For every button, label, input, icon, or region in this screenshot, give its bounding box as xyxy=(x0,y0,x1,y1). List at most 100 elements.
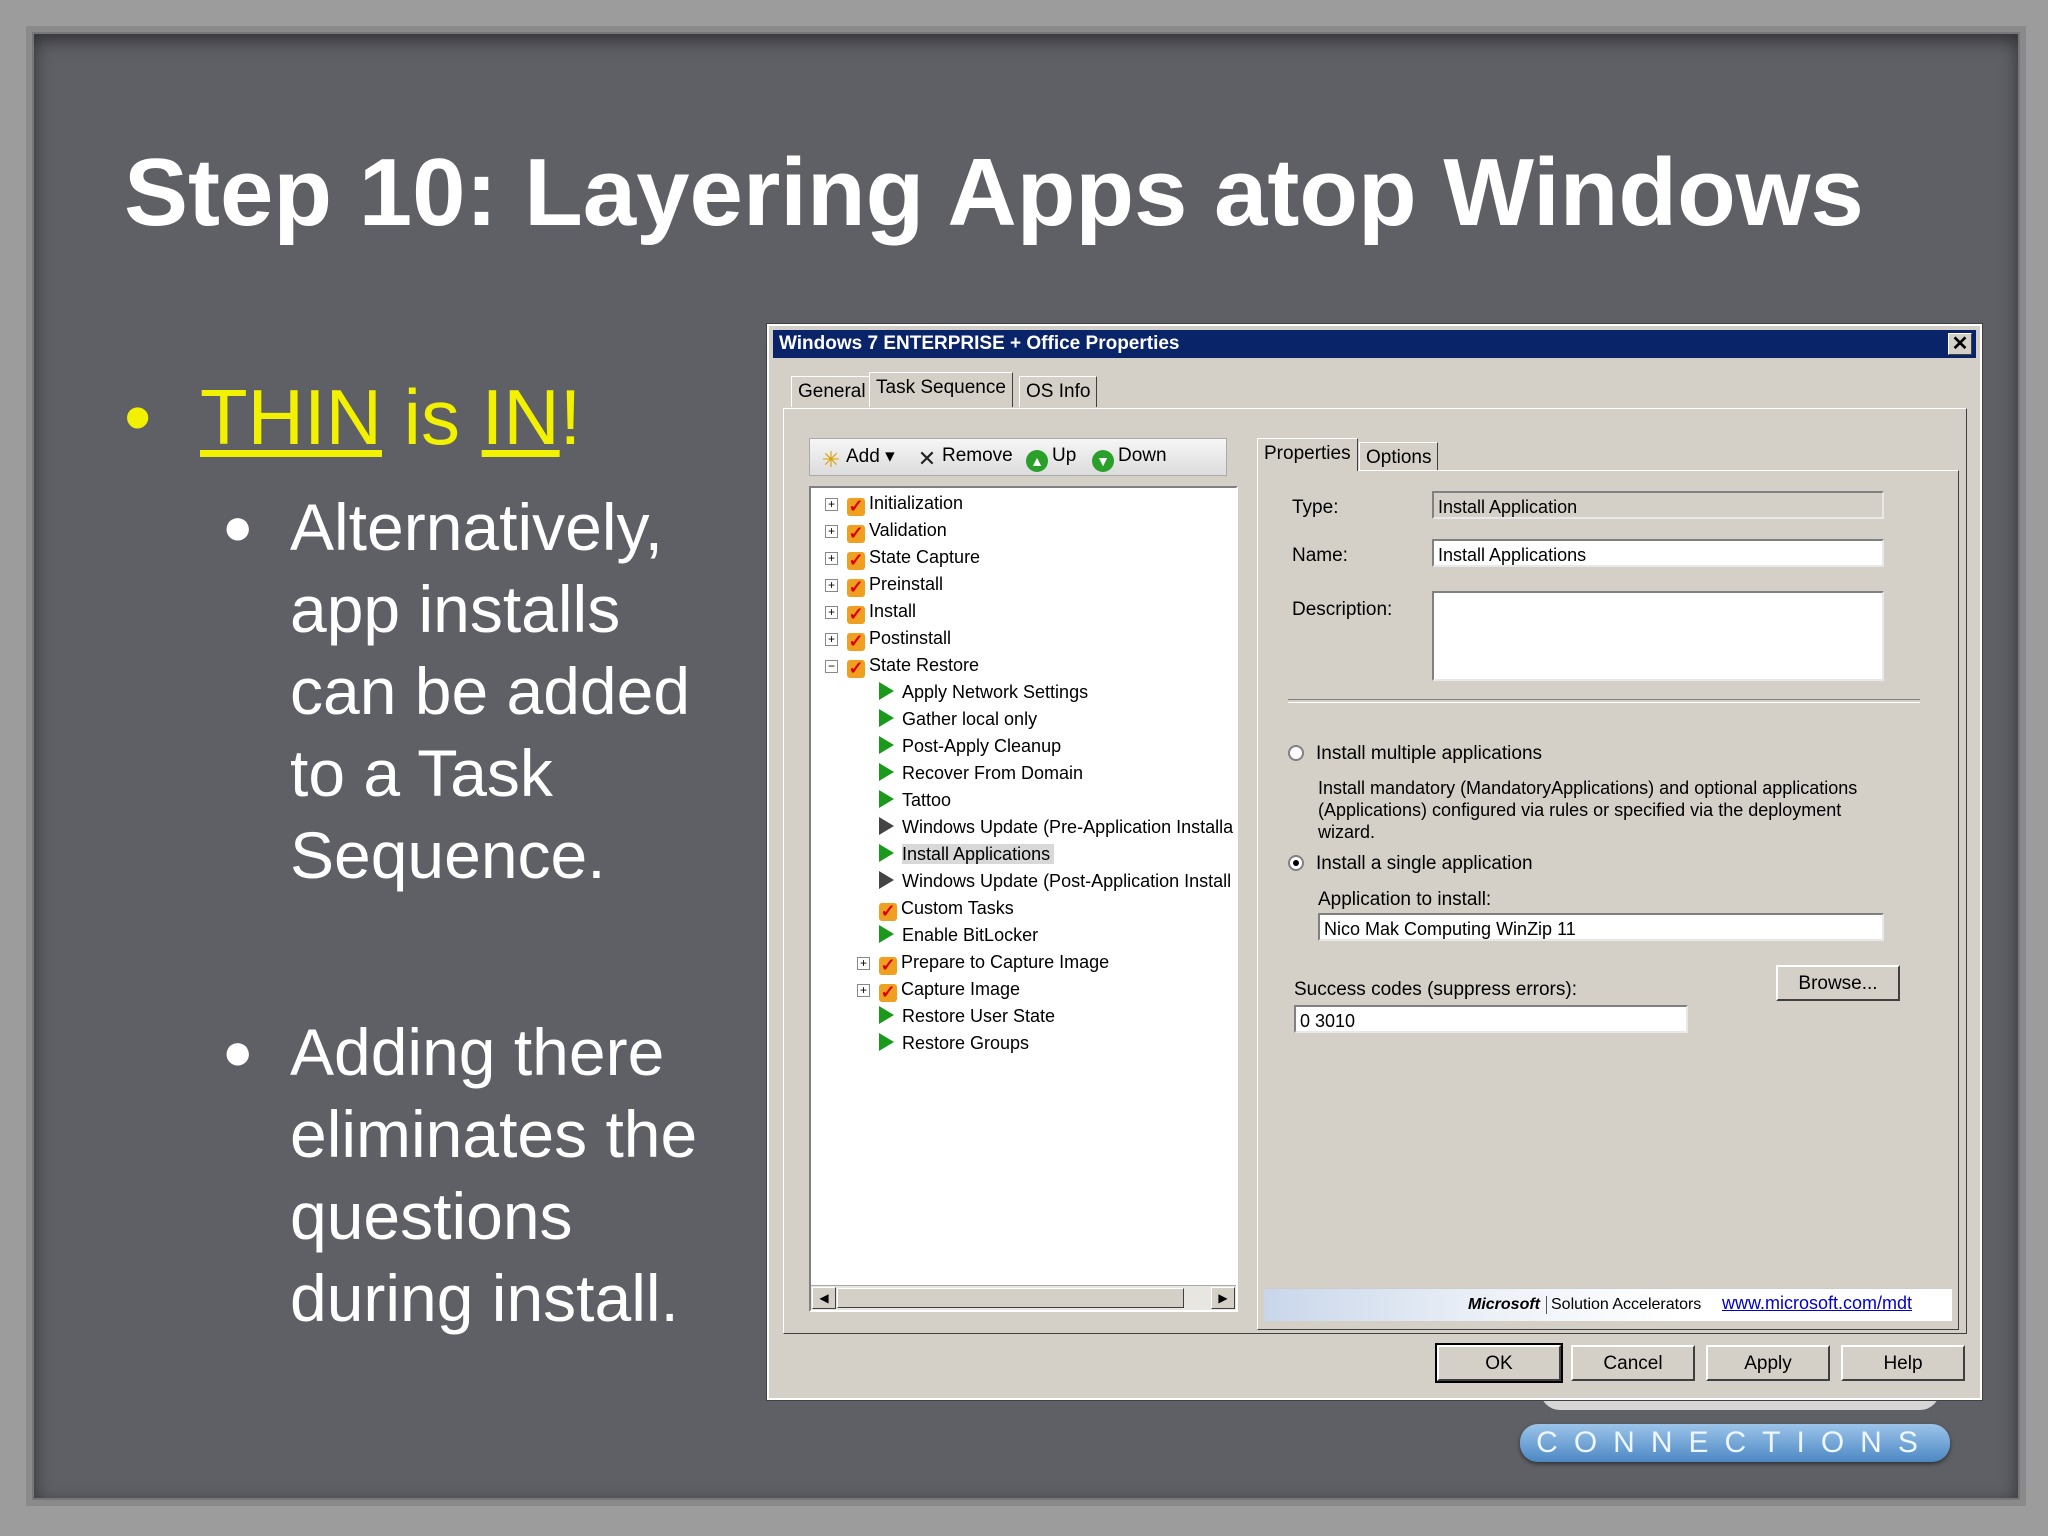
tree-item-label: Prepare to Capture Image xyxy=(901,952,1110,972)
tree-item-enable-bitlocker[interactable]: Enable BitLocker xyxy=(879,923,1038,947)
scroll-thumb[interactable] xyxy=(837,1288,1184,1308)
tree-item-install[interactable]: ✓ Install xyxy=(847,599,917,624)
tree-item-initialization[interactable]: ✓ Initialization xyxy=(847,491,964,516)
play-icon xyxy=(879,844,894,862)
tree-item-label: Initialization xyxy=(869,493,964,513)
tree-item-install-applications[interactable]: Install Applications xyxy=(879,842,1055,866)
tab-os-info[interactable]: OS Info xyxy=(1019,376,1098,407)
type-field: Install Application xyxy=(1432,491,1884,519)
checkmark-icon: ✓ xyxy=(847,631,865,651)
sub-bullet-dot: ● xyxy=(222,498,254,556)
tab-properties[interactable]: Properties xyxy=(1257,438,1358,471)
checkmark-icon: ✓ xyxy=(847,496,865,516)
tree-item-postinstall[interactable]: ✓ Postinstall xyxy=(847,626,952,651)
tree-item-state-capture[interactable]: ✓ State Capture xyxy=(847,545,980,570)
collapse-icon[interactable]: − xyxy=(825,660,838,673)
add-icon: ✳ xyxy=(821,447,841,472)
up-label: Up xyxy=(1052,445,1077,466)
checkmark-icon: ✓ xyxy=(879,901,897,921)
tree-item-restore-user-state[interactable]: Restore User State xyxy=(879,1004,1055,1028)
tree-item-label: Windows Update (Post-Application Install xyxy=(902,871,1232,891)
checkmark-icon: ✓ xyxy=(847,658,865,678)
tree-item-label: Preinstall xyxy=(869,574,944,594)
tree-item-apply-network-settings[interactable]: Apply Network Settings xyxy=(879,680,1088,704)
tree-item-post-apply-cleanup[interactable]: Post-Apply Cleanup xyxy=(879,734,1061,758)
install-multiple-label[interactable]: Install multiple applications xyxy=(1316,743,1542,765)
ok-button[interactable]: OK xyxy=(1435,1343,1563,1383)
install-multiple-radio[interactable] xyxy=(1288,745,1304,761)
expand-icon[interactable]: + xyxy=(825,525,838,538)
down-button[interactable]: ▼ Down xyxy=(1092,445,1167,472)
tree-item-prepare-to-capture-image[interactable]: ✓ Prepare to Capture Image xyxy=(879,950,1110,975)
up-button[interactable]: ▲ Up xyxy=(1026,445,1076,472)
install-single-label[interactable]: Install a single application xyxy=(1316,853,1533,875)
scroll-left-icon[interactable]: ◀ xyxy=(812,1287,836,1309)
tree-item-label: Postinstall xyxy=(869,628,952,648)
cancel-button[interactable]: Cancel xyxy=(1571,1345,1695,1381)
bullet-word-in: IN xyxy=(481,373,560,461)
tree-horizontal-scrollbar[interactable]: ◀ ▶ xyxy=(811,1285,1236,1310)
tree-item-recover-from-domain[interactable]: Recover From Domain xyxy=(879,761,1083,785)
expand-icon[interactable]: + xyxy=(857,984,870,997)
application-to-install-field[interactable]: Nico Mak Computing WinZip 11 xyxy=(1318,913,1884,941)
expand-icon[interactable]: + xyxy=(825,552,838,565)
scroll-right-icon[interactable]: ▶ xyxy=(1211,1287,1235,1309)
checkmark-icon: ✓ xyxy=(847,577,865,597)
tree-item-label: Tattoo xyxy=(902,790,952,810)
play-icon xyxy=(879,790,894,808)
type-label: Type: xyxy=(1292,497,1339,518)
browse-button[interactable]: Browse... xyxy=(1776,965,1900,1001)
tree-item-gather-local-only[interactable]: Gather local only xyxy=(879,707,1037,731)
tree-item-windows-update-pre[interactable]: Windows Update (Pre-Application Installa xyxy=(879,815,1233,839)
play-icon xyxy=(879,763,894,781)
slide-title: Step 10: Layering Apps atop Windows xyxy=(124,139,1864,246)
up-arrow-icon: ▲ xyxy=(1026,450,1048,472)
tree-item-label: Restore User State xyxy=(902,1006,1056,1026)
bullet-thin-is-in: • THIN is IN! xyxy=(124,372,581,463)
expand-icon[interactable]: + xyxy=(825,579,838,592)
tree-item-preinstall[interactable]: ✓ Preinstall xyxy=(847,572,944,597)
tab-options[interactable]: Options xyxy=(1359,442,1439,471)
install-single-radio[interactable] xyxy=(1288,855,1304,871)
remove-icon: ✕ xyxy=(917,446,937,471)
dialog-titlebar[interactable]: Windows 7 ENTERPRISE + Office Properties… xyxy=(773,330,1976,358)
tree-item-tattoo[interactable]: Tattoo xyxy=(879,788,951,812)
expand-icon[interactable]: + xyxy=(857,957,870,970)
tab-general[interactable]: General xyxy=(791,376,873,407)
play-icon xyxy=(879,817,894,835)
name-field[interactable]: Install Applications xyxy=(1432,539,1884,567)
remove-button[interactable]: ✕ Remove xyxy=(916,445,1013,470)
expand-icon[interactable]: + xyxy=(825,633,838,646)
tree-item-label: Install xyxy=(869,601,917,621)
expand-icon[interactable]: + xyxy=(825,498,838,511)
tree-item-label: Enable BitLocker xyxy=(902,925,1039,945)
checkmark-icon: ✓ xyxy=(847,604,865,624)
success-codes-field[interactable]: 0 3010 xyxy=(1294,1005,1688,1033)
play-icon xyxy=(879,682,894,700)
down-label: Down xyxy=(1118,445,1167,466)
description-field[interactable] xyxy=(1432,591,1884,681)
description-label: Description: xyxy=(1292,599,1393,620)
logo-connections-text: CONNECTIONS xyxy=(1520,1424,1950,1462)
help-button[interactable]: Help xyxy=(1841,1345,1965,1381)
apply-button[interactable]: Apply xyxy=(1706,1345,1830,1381)
tree-item-windows-update-post[interactable]: Windows Update (Post-Application Install xyxy=(879,869,1231,893)
divider xyxy=(1288,699,1920,703)
tree-item-label: Validation xyxy=(869,520,947,540)
expand-icon[interactable]: + xyxy=(825,606,838,619)
tree-item-label: Post-Apply Cleanup xyxy=(902,736,1062,756)
tree-item-custom-tasks[interactable]: ✓ Custom Tasks xyxy=(879,896,1014,921)
mdt-link[interactable]: www.microsoft.com/mdt xyxy=(1722,1293,1912,1314)
tree-item-capture-image[interactable]: ✓ Capture Image xyxy=(879,977,1020,1002)
add-button[interactable]: ✳ Add ▾ xyxy=(820,445,895,471)
close-button[interactable]: ✕ xyxy=(1948,333,1972,355)
tree-item-restore-groups[interactable]: Restore Groups xyxy=(879,1031,1029,1055)
task-sequence-tree[interactable]: + ✓ Initialization + ✓ Validation + ✓ State… xyxy=(809,486,1238,1312)
tree-item-label: Install Applications xyxy=(902,844,1055,864)
down-arrow-icon: ▼ xyxy=(1092,450,1114,472)
tree-item-state-restore[interactable]: ✓ State Restore xyxy=(847,653,979,678)
properties-panel: Type: Install Application Name: Install … xyxy=(1257,470,1959,1330)
tab-task-sequence[interactable]: Task Sequence xyxy=(869,372,1013,407)
tree-item-validation[interactable]: ✓ Validation xyxy=(847,518,947,543)
tree-item-label: Custom Tasks xyxy=(901,898,1014,918)
